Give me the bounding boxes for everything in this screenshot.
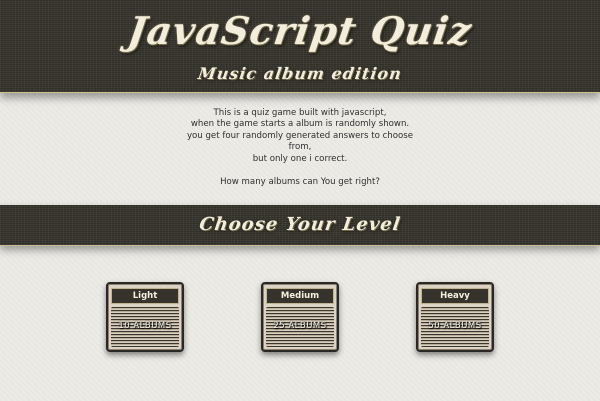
level-button-heavy[interactable]: Heavy 50 ALBUMS [416,282,494,352]
header-band: JavaScript Quiz Music album edition [0,0,600,93]
level-album-count: 10 ALBUMS [118,321,172,331]
intro-line: from, [288,142,312,153]
level-section-title: Choose Your Level [197,214,403,235]
site-subtitle: Music album edition [196,64,404,83]
level-name: Light [111,288,179,304]
site-title: JavaScript Quiz [125,8,475,53]
level-name: Medium [266,288,334,304]
intro-question: How many albums can You get right? [220,177,380,188]
level-album-count: 25 ALBUMS [273,321,327,331]
intro-line: you get four randomly generated answers … [186,130,414,141]
level-band: Choose Your Level [0,205,600,246]
intro-line: but only one i correct. [252,153,348,164]
level-name: Heavy [421,288,489,304]
level-album-count: 50 ALBUMS [428,321,482,331]
intro-line: when the game starts a album is randomly… [190,119,410,130]
level-button-medium[interactable]: Medium 25 ALBUMS [261,282,339,352]
level-button-light[interactable]: Light 10 ALBUMS [106,282,184,352]
intro-line: This is a quiz game built with javascrip… [213,108,387,118]
intro-text: This is a quiz game built with javascrip… [150,108,450,188]
